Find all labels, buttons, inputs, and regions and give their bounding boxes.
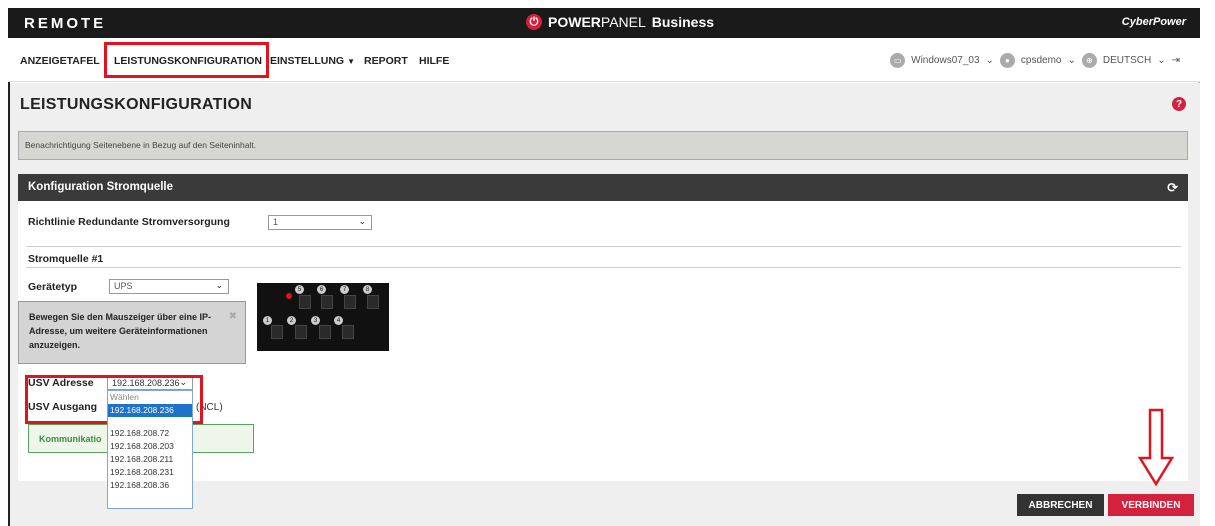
power-icon: ⏻	[526, 14, 542, 30]
powerpanel-logo: ⏻ POWER PANEL Business	[526, 14, 714, 30]
outlet-number: 8	[363, 285, 372, 294]
dropdown-option[interactable]: 192.168.208.236	[108, 404, 192, 417]
connect-button[interactable]: VERBINDEN	[1108, 494, 1194, 516]
user-menu[interactable]: cpsdemo	[1021, 55, 1062, 66]
page-notice: Benachrichtigung Seitenebene in Bezug au…	[18, 131, 1188, 160]
cancel-button[interactable]: ABBRECHEN	[1017, 494, 1104, 516]
outlet-number: 6	[317, 285, 326, 294]
usv-address-dropdown[interactable]: Wählen 192.168.208.236 192.168.208.72 19…	[107, 390, 193, 509]
globe-icon: ⊕	[1081, 53, 1097, 68]
monitor-icon: ▭	[890, 53, 906, 68]
dropdown-option[interactable]: Wählen	[108, 391, 192, 404]
redundancy-label: Richtlinie Redundante Stromversorgung	[28, 216, 230, 228]
chevron-down-icon: ⌄	[1067, 55, 1076, 66]
outlet	[321, 295, 333, 309]
outlet-number: 7	[340, 285, 349, 294]
dropdown-option[interactable]: 192.168.208.72	[108, 427, 192, 440]
logout-icon[interactable]: ⇥	[1172, 55, 1180, 66]
dropdown-option[interactable]: 192.168.208.211	[108, 453, 192, 466]
arrow-down-annotation-icon	[1137, 408, 1175, 487]
ups-outlet-image: 5 6 7 8 1 2 3 4	[257, 283, 389, 351]
chevron-down-icon: ⌄	[1157, 55, 1166, 66]
dropdown-option[interactable]: 192.168.208.203	[108, 440, 192, 453]
outlet	[344, 295, 356, 309]
user-icon: ●	[999, 53, 1015, 68]
dropdown-option[interactable]: 192.168.208.36	[108, 479, 192, 492]
divider	[26, 267, 1181, 268]
source-title: Stromquelle #1	[28, 253, 104, 265]
outlet-number: 5	[295, 285, 304, 294]
page-title: LEISTUNGSKONFIGURATION	[20, 96, 253, 113]
close-icon[interactable]: ✖	[229, 310, 237, 324]
outlet	[295, 325, 307, 339]
chevron-down-icon: ⌄	[985, 55, 994, 66]
cyberpower-logo: CyberPower	[1121, 16, 1186, 28]
divider	[26, 246, 1181, 247]
outlet-number: 1	[263, 316, 272, 325]
outlet	[367, 295, 379, 309]
device-type-label: Gerätetyp	[28, 281, 78, 293]
device-type-select[interactable]: UPS ⌄	[109, 279, 229, 294]
panel-header: Konfiguration Stromquelle ⟳	[18, 174, 1188, 201]
outlet	[319, 325, 331, 339]
refresh-icon[interactable]: ⟳	[1167, 180, 1178, 196]
chevron-down-icon: ⌄	[358, 216, 366, 226]
outlet	[299, 295, 311, 309]
nav-hilfe[interactable]: HILFE	[419, 55, 449, 67]
chevron-down-icon: ⌄	[215, 280, 223, 290]
dropdown-option[interactable]: 192.168.208.231	[108, 466, 192, 479]
outlet	[342, 325, 354, 339]
nav-right-group: ▭ Windows07_03 ⌄ ● cpsdemo ⌄ ⊕ DEUTSCH ⌄ ⇥	[890, 53, 1180, 68]
help-icon[interactable]: ?	[1172, 97, 1186, 111]
outlet-number: 2	[287, 316, 296, 325]
top-bar: REMOTE ⏻ POWER PANEL Business CyberPower	[8, 8, 1200, 38]
outlet-number: 3	[311, 316, 320, 325]
outlet	[271, 325, 283, 339]
dropdown-gap	[108, 417, 192, 427]
remote-brand: REMOTE	[24, 15, 107, 32]
power-indicator	[286, 293, 292, 299]
device-menu[interactable]: Windows07_03	[911, 55, 979, 66]
chevron-down-icon: ▼	[347, 57, 356, 66]
nav-einstellung[interactable]: EINSTELLUNG ▼	[270, 55, 355, 67]
language-menu[interactable]: DEUTSCH	[1103, 55, 1151, 66]
nav-report[interactable]: REPORT	[364, 55, 408, 67]
outlet-number: 4	[334, 316, 343, 325]
nav-highlight-box	[104, 42, 269, 78]
nav-anzeigetafel[interactable]: ANZEIGETAFEL	[20, 55, 100, 67]
info-tooltip-box: Bewegen Sie den Mauszeiger über eine IP-…	[18, 301, 246, 364]
redundancy-select[interactable]: 1 ⌄	[268, 215, 372, 230]
panel-title: Konfiguration Stromquelle	[28, 181, 174, 193]
